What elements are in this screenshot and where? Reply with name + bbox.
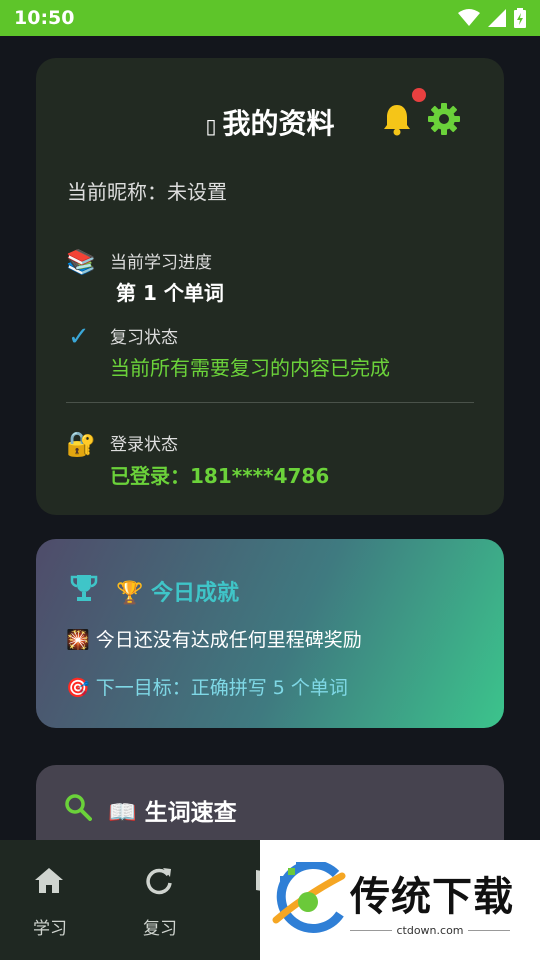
achievement-status: 🎇 今日还没有达成任何里程碑奖励 <box>66 625 362 652</box>
fireworks-icon: 🎇 <box>66 629 90 651</box>
signal-icon <box>488 9 506 27</box>
status-bar: 10:50 <box>0 0 540 36</box>
achievement-title: 🏆 今日成就 <box>116 581 240 606</box>
watermark-title: 传统下载 <box>350 874 514 920</box>
nav-item-review[interactable]: 复习 <box>110 840 210 960</box>
achievement-card: 🏆 今日成就 🎇 今日还没有达成任何里程碑奖励 🎯 下一目标：正确拼写 5 个单… <box>36 539 504 728</box>
nickname-text: 当前昵称：未设置 <box>67 180 227 204</box>
refresh-icon <box>146 868 172 895</box>
check-icon: ✓ <box>68 322 90 352</box>
profile-title-text: 我的资料 <box>222 107 335 140</box>
next-goal-text: 下一目标：正确拼写 5 个单词 <box>95 677 348 699</box>
search-icon[interactable] <box>64 793 92 821</box>
nav-label-review: 复习 <box>143 919 177 939</box>
review-label: 复习状态 <box>110 328 178 348</box>
achievement-status-text: 今日还没有达成任何里程碑奖励 <box>95 629 362 651</box>
word-lookup-title: 📖 生词速查 <box>108 800 237 826</box>
trophy-icon <box>70 575 98 601</box>
achievement-next-goal: 🎯 下一目标：正确拼写 5 个单词 <box>66 673 348 700</box>
notification-bell-icon[interactable] <box>380 102 414 136</box>
review-value: 当前所有需要复习的内容已完成 <box>110 356 390 380</box>
settings-gear-icon[interactable] <box>426 101 462 137</box>
watermark-url: ctdown.com <box>350 924 510 937</box>
divider <box>66 402 474 403</box>
target-icon: 🎯 <box>66 677 90 699</box>
wifi-icon <box>458 9 480 26</box>
home-icon <box>35 868 63 893</box>
progress-value: 第 1 个单词 <box>116 281 224 305</box>
progress-label: 当前学习进度 <box>110 253 212 273</box>
status-icons <box>458 8 526 28</box>
watermark-logo <box>272 862 346 933</box>
watermark-url-text: ctdown.com <box>392 924 468 937</box>
notification-badge <box>412 88 426 102</box>
status-time: 10:50 <box>14 7 75 29</box>
lock-key-icon: 🔐 <box>66 430 96 458</box>
nav-label-study: 学习 <box>33 919 67 939</box>
profile-card: ▯ 我的资料 当前昵称：未设置 📚 当前学习进度 第 1 个单词 ✓ 复习状态 当… <box>36 58 504 515</box>
books-icon: 📚 <box>66 248 96 276</box>
title-glyph: ▯ <box>205 114 217 138</box>
login-value: 已登录：181****4786 <box>110 464 330 488</box>
watermark-ad-overlay[interactable]: 传统下载 ctdown.com <box>260 840 540 960</box>
battery-icon <box>514 8 526 28</box>
nav-item-study[interactable]: 学习 <box>0 840 100 960</box>
login-label: 登录状态 <box>110 435 178 455</box>
